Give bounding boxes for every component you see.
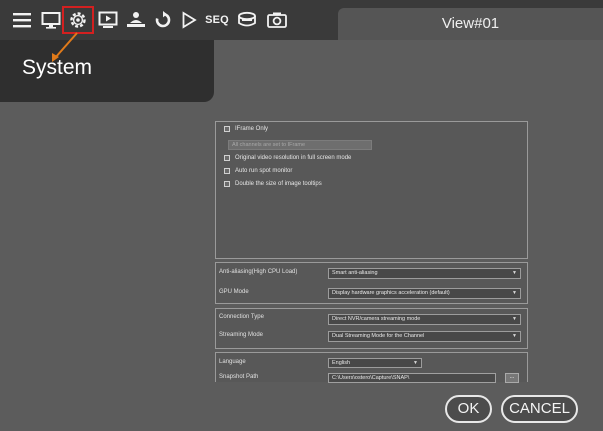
chevron-down-icon: ▼ — [512, 290, 517, 296]
auto-spot-monitor-checkbox[interactable] — [224, 168, 230, 174]
view-tab[interactable]: View#01 — [338, 8, 603, 40]
snapshot-path-label: Snapshot Path — [219, 374, 259, 380]
seq-label: SEQ — [205, 14, 229, 26]
iframe-only-label: IFrame Only — [235, 126, 269, 132]
network-icon[interactable] — [125, 8, 147, 32]
connection-type-select[interactable]: Direct NVR/camera streaming mode ▼ — [328, 314, 521, 325]
double-tooltips-checkbox[interactable] — [224, 181, 230, 187]
streaming-mode-select[interactable]: Dual Streaming Mode for the Channel ▼ — [328, 331, 521, 342]
connection-options-panel: Connection Type Direct NVR/camera stream… — [215, 308, 528, 349]
chevron-down-icon: ▼ — [512, 270, 517, 276]
streaming-mode-value: Dual Streaming Mode for the Channel — [332, 333, 425, 339]
gpu-mode-label: GPU Mode — [219, 289, 249, 295]
iframe-channel-select: All channels are set to IFrame — [228, 140, 372, 150]
iframe-only-option[interactable]: IFrame Only — [224, 126, 268, 132]
display-options-panel: IFrame Only All channels are set to IFra… — [215, 121, 528, 259]
gpu-mode-value: Display hardware graphics acceleration (… — [332, 290, 450, 296]
monitor-icon[interactable] — [40, 8, 62, 32]
snapshot-path-input[interactable]: C:\Users\ostero\Capture\SNAP\ — [328, 373, 496, 383]
double-tooltips-label: Double the size of image tooltips — [235, 181, 322, 187]
connection-type-label: Connection Type — [219, 314, 264, 320]
top-toolbar: SEQ View#01 — [0, 0, 603, 40]
anti-aliasing-select[interactable]: Smart anti-aliasing ▼ — [328, 268, 521, 279]
gpu-mode-select[interactable]: Display hardware graphics acceleration (… — [328, 288, 521, 299]
chevron-down-icon: ▼ — [512, 333, 517, 339]
seq-icon[interactable]: SEQ — [203, 8, 231, 32]
chevron-down-icon: ▼ — [413, 360, 418, 366]
camera-icon[interactable] — [265, 8, 289, 32]
chevron-down-icon: ▼ — [512, 316, 517, 322]
language-label: Language — [219, 359, 246, 365]
storage-icon[interactable] — [235, 8, 259, 32]
menu-icon[interactable] — [10, 8, 34, 32]
gear-highlight-box — [62, 6, 94, 34]
auto-spot-monitor-label: Auto run spot monitor — [235, 168, 293, 174]
browse-button[interactable]: ... — [505, 373, 519, 383]
anti-aliasing-label: Anti-aliasing(High CPU Load) — [219, 269, 298, 275]
general-options-panel: Language English ▼ Snapshot Path C:\User… — [215, 352, 528, 383]
auto-spot-monitor-option[interactable]: Auto run spot monitor — [224, 168, 292, 174]
original-resolution-label: Original video resolution in full screen… — [235, 155, 352, 161]
snapshot-path-value: C:\Users\ostero\Capture\SNAP\ — [332, 375, 410, 381]
system-label: System — [22, 56, 93, 79]
system-panel: System — [0, 40, 214, 102]
anti-aliasing-value: Smart anti-aliasing — [332, 270, 378, 276]
language-select[interactable]: English ▼ — [328, 358, 422, 368]
language-value: English — [332, 360, 351, 366]
original-resolution-option[interactable]: Original video resolution in full screen… — [224, 155, 351, 161]
sync-icon[interactable] — [153, 8, 173, 32]
playback-icon[interactable] — [97, 8, 119, 32]
connection-type-value: Direct NVR/camera streaming mode — [332, 316, 421, 322]
iframe-channel-select-value: All channels are set to IFrame — [232, 142, 306, 148]
cancel-button[interactable]: CANCEL — [501, 395, 578, 423]
play-icon[interactable] — [180, 8, 198, 32]
double-tooltips-option[interactable]: Double the size of image tooltips — [224, 181, 322, 187]
render-options-panel: Anti-aliasing(High CPU Load) Smart anti-… — [215, 262, 528, 304]
view-tab-title: View#01 — [441, 15, 500, 32]
streaming-mode-label: Streaming Mode — [219, 332, 264, 338]
iframe-only-checkbox[interactable] — [224, 126, 230, 132]
settings-window: SEQ View#01 System IFrame Only All chann… — [0, 0, 603, 431]
original-resolution-checkbox[interactable] — [224, 155, 230, 161]
ok-button[interactable]: OK — [445, 395, 492, 423]
